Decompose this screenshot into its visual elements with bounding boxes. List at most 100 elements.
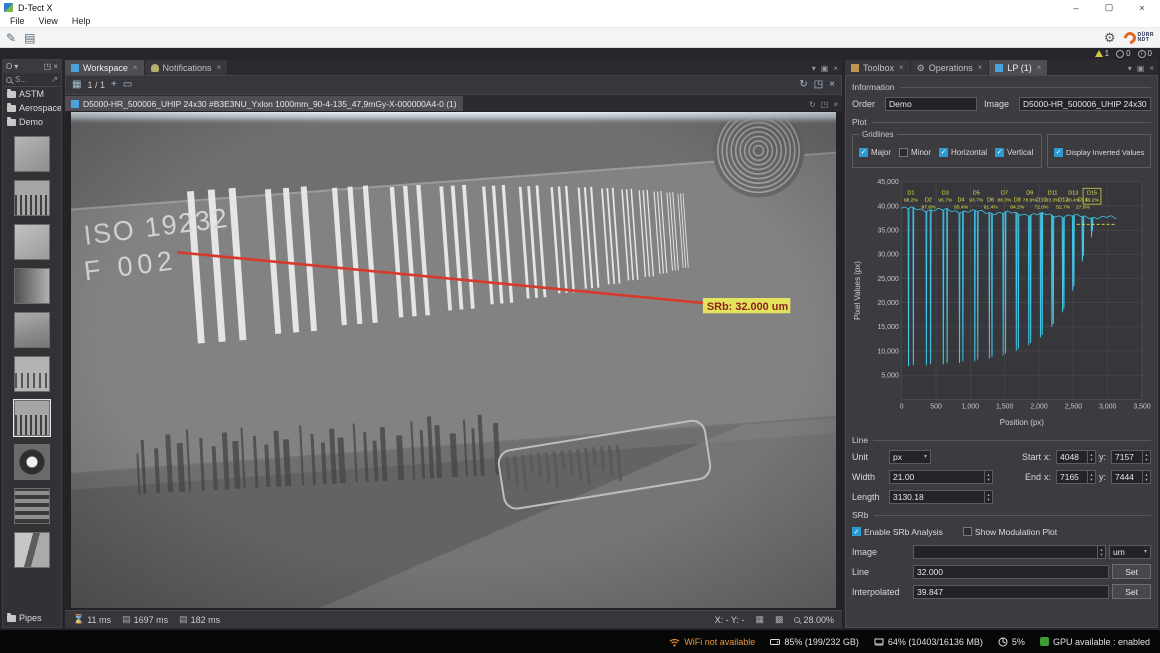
length-field[interactable]: 3130.18▴▾	[889, 490, 993, 504]
close-button[interactable]: ×	[1128, 0, 1156, 15]
dock-icon[interactable]: ▣	[1137, 64, 1145, 73]
add-page-icon[interactable]: +	[111, 80, 117, 90]
end-x-field[interactable]: 7165▴▾	[1056, 470, 1096, 484]
image-thumbnail[interactable]	[14, 224, 50, 260]
browser-search-row[interactable]: S... ↗	[3, 73, 61, 87]
tree-item-demo[interactable]: Demo	[3, 115, 61, 129]
refresh-icon[interactable]: ↻	[799, 80, 807, 90]
close-panel-icon[interactable]: ×	[833, 64, 838, 73]
start-y-field[interactable]: 7157▴▾	[1111, 450, 1151, 464]
tree-item-aerospace[interactable]: Aerospace	[3, 101, 61, 115]
spinner-icon[interactable]: ▴▾	[1142, 451, 1150, 463]
srb-interpolated-set-button[interactable]: Set	[1112, 584, 1151, 599]
search-input[interactable]: S...	[15, 75, 27, 84]
edit-report-icon[interactable]: ✎	[6, 32, 16, 44]
grid-icon[interactable]: ▦	[755, 615, 764, 624]
chevron-down-icon: ▾	[924, 453, 927, 460]
image-thumbnail[interactable]	[14, 268, 50, 304]
close-image-icon[interactable]: ×	[833, 100, 838, 109]
image-thumbnail[interactable]	[14, 180, 50, 216]
image-thumbnail[interactable]	[14, 532, 50, 568]
display-inverted-checkbox[interactable]: ✓Display Inverted Values	[1054, 148, 1144, 157]
close-tab-icon[interactable]: ×	[133, 63, 138, 72]
vertical-gridlines-checkbox[interactable]: ✓Vertical	[995, 148, 1033, 157]
xray-image[interactable]: ISO 19232 F 002 SRb: 32.000 um	[71, 112, 836, 608]
grid-dots-icon[interactable]: ▩	[775, 615, 784, 624]
chevron-down-icon[interactable]: ▾	[1128, 64, 1132, 73]
menu-file[interactable]: File	[3, 16, 32, 26]
expand-icon[interactable]: ↗	[51, 75, 58, 84]
tab-workspace[interactable]: Workspace ×	[65, 60, 144, 75]
tab-notifications[interactable]: Notifications ×	[145, 60, 228, 75]
srb-line-set-button[interactable]: Set	[1112, 564, 1151, 579]
close-tab-icon[interactable]: ×	[217, 63, 222, 72]
end-y-field[interactable]: 7444▴▾	[1111, 470, 1151, 484]
menu-help[interactable]: Help	[65, 16, 98, 26]
restore-button[interactable]: ▢	[1095, 0, 1123, 15]
image-tab[interactable]: D5000-HR_500006_UHIP 24x30 #B3E3NU_Yxlon…	[65, 96, 463, 111]
tab-lp[interactable]: LP (1) ×	[989, 60, 1047, 75]
panel-close-icon[interactable]: ×	[53, 62, 58, 71]
image-viewer[interactable]: ISO 19232 F 002 SRb: 32.000 um	[65, 111, 842, 610]
order-field[interactable]: Demo	[885, 97, 977, 111]
menu-view[interactable]: View	[32, 16, 65, 26]
image-thumbnail[interactable]	[14, 312, 50, 348]
line-profile-icon	[995, 64, 1003, 72]
width-field[interactable]: 21.00▴▾	[889, 470, 993, 484]
folder-icon	[7, 91, 16, 98]
report-list-icon[interactable]: ▤	[24, 32, 35, 44]
spinner-icon[interactable]: ▴▾	[1087, 451, 1095, 463]
minor-gridlines-checkbox[interactable]: ✓Minor	[899, 148, 931, 157]
chevron-down-icon[interactable]: ▾	[14, 62, 18, 71]
image-tabbar: D5000-HR_500006_UHIP 24x30 #B3E3NU_Yxlon…	[65, 95, 842, 111]
spinner-icon[interactable]: ▴▾	[984, 491, 992, 503]
settings-gear-icon[interactable]: ⚙	[1104, 31, 1116, 44]
zoom-control[interactable]: 28.00%	[794, 615, 834, 625]
horizontal-gridlines-checkbox[interactable]: ✓Horizontal	[939, 148, 987, 157]
tree-item-astm[interactable]: ASTM	[3, 87, 61, 101]
close-tab-icon[interactable]: ×	[899, 63, 904, 72]
srb-unit-dropdown[interactable]: um▾	[1109, 545, 1151, 559]
spinner-icon[interactable]: ▴▾	[1087, 471, 1095, 483]
tree-item-pipes[interactable]: Pipes	[3, 611, 61, 625]
close-tab-icon[interactable]: ×	[1037, 63, 1042, 72]
sync-icon[interactable]: ↻	[809, 100, 816, 109]
image-thumbnail[interactable]	[14, 400, 50, 436]
major-gridlines-checkbox[interactable]: ✓Major	[859, 148, 891, 157]
main-toolbar: ✎ ▤ ⚙ DÜRR NDT	[0, 28, 1160, 48]
maximize-icon[interactable]: ◳	[821, 100, 829, 109]
minimize-button[interactable]: –	[1062, 0, 1090, 15]
checkbox-box: ✓	[1054, 148, 1063, 157]
spinner-icon[interactable]: ▴▾	[1097, 546, 1105, 558]
layout-grid-icon[interactable]: ▦	[72, 80, 81, 90]
start-x-field[interactable]: 4048▴▾	[1056, 450, 1096, 464]
dock-icon[interactable]: ▣	[821, 64, 829, 73]
image-thumbnail[interactable]	[14, 136, 50, 172]
enable-srb-checkbox[interactable]: ✓Enable SRb Analysis	[852, 527, 943, 537]
image-thumbnail[interactable]	[14, 356, 50, 392]
info-icon: i	[1138, 50, 1146, 58]
srb-interpolated-field[interactable]: 39.847	[913, 585, 1109, 599]
srb-image-dropdown[interactable]: ▴▾	[913, 545, 1106, 559]
show-modulation-checkbox[interactable]: ✓Show Modulation Plot	[963, 527, 1057, 537]
unit-dropdown[interactable]: px▾	[889, 450, 931, 464]
image-thumbnail[interactable]	[14, 444, 50, 480]
tab-operations[interactable]: ⚙ Operations ×	[911, 60, 989, 75]
close-panel-icon[interactable]: ×	[1149, 64, 1154, 73]
close-tab-icon[interactable]: ×	[978, 63, 983, 72]
error-badge[interactable]: 0	[1116, 49, 1130, 58]
warning-badge[interactable]: 1	[1095, 49, 1109, 58]
image-field[interactable]: D5000-HR_500006_UHIP 24x30 #B3E3NU_Yxlon…	[1019, 97, 1151, 111]
undock-icon[interactable]: ◳	[44, 62, 52, 71]
image-thumbnail[interactable]	[14, 488, 50, 524]
maximize-icon[interactable]: ◳	[814, 80, 823, 90]
select-region-icon[interactable]: ▭	[123, 80, 132, 90]
chevron-down-icon[interactable]: ▾	[812, 64, 816, 73]
close-view-icon[interactable]: ×	[829, 80, 835, 90]
spinner-icon[interactable]: ▴▾	[1142, 471, 1150, 483]
srb-line-field[interactable]: 32.000	[913, 565, 1109, 579]
svg-text:D5: D5	[973, 191, 980, 197]
spinner-icon[interactable]: ▴▾	[984, 471, 992, 483]
tab-toolbox[interactable]: Toolbox ×	[845, 60, 910, 75]
info-badge[interactable]: i0	[1138, 49, 1152, 58]
